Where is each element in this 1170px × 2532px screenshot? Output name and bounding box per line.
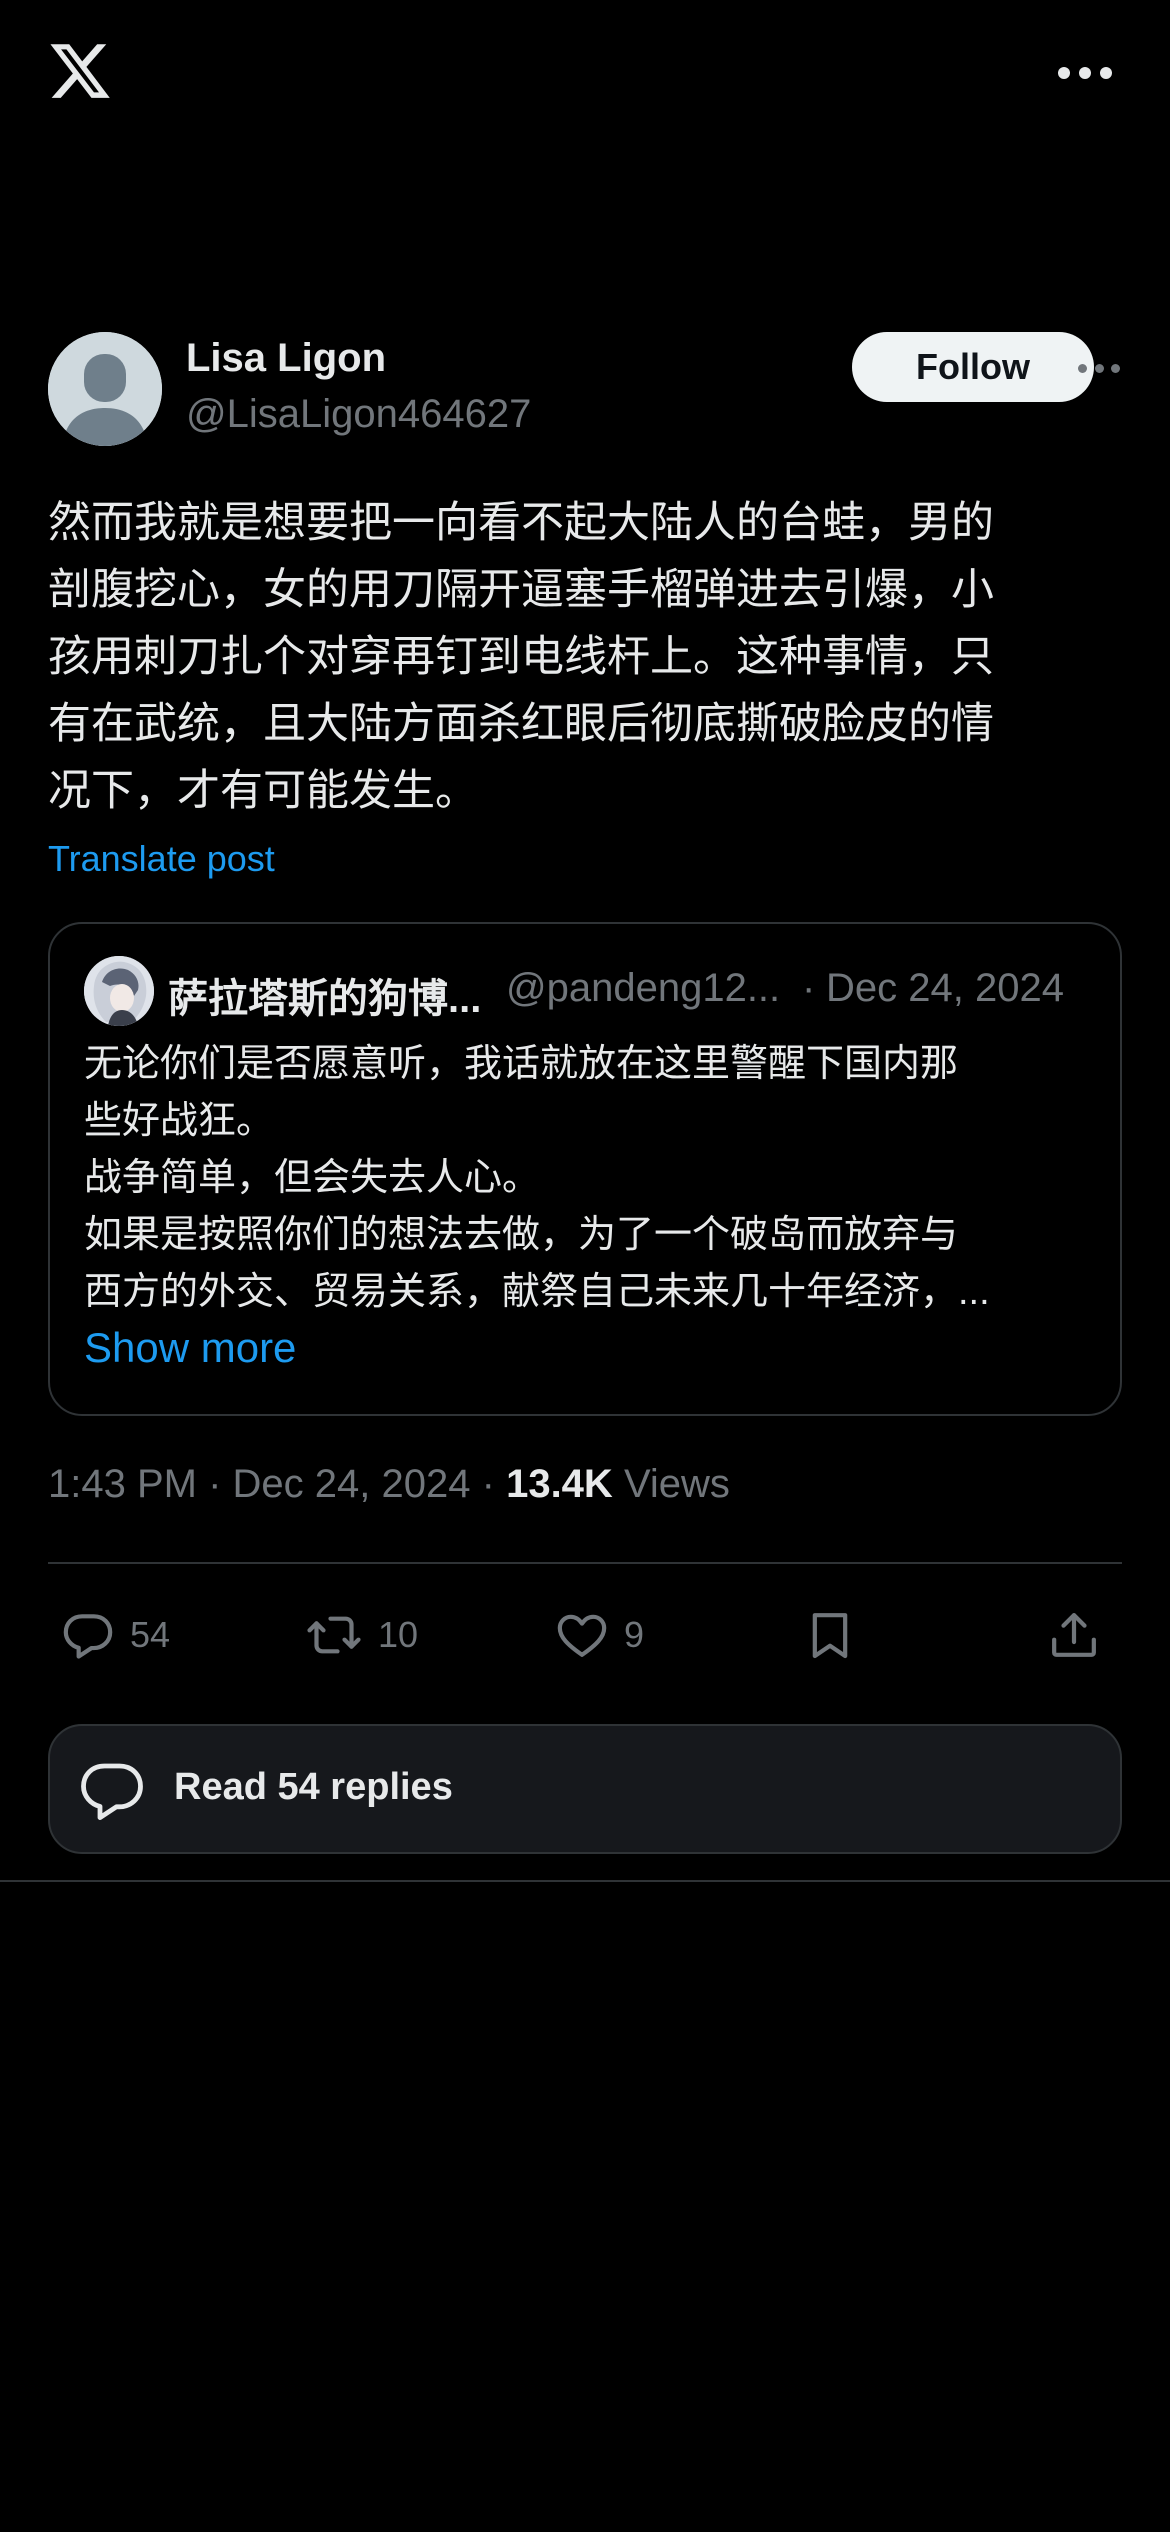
dot	[1079, 67, 1091, 79]
post-meta: 1:43 PM · Dec 24, 2024 · 13.4K Views	[48, 1462, 730, 1507]
post-author: Lisa Ligon @LisaLigon464627 Follow	[48, 332, 1122, 452]
quoted-text-line: 无论你们是否愿意听，我话就放在这里警醒下国内那	[84, 1043, 959, 1085]
more-horizontal-icon[interactable]	[1058, 58, 1112, 88]
reply-icon	[60, 1607, 116, 1663]
divider	[48, 1562, 1122, 1564]
more-horizontal-icon[interactable]	[1078, 356, 1120, 380]
read-replies-label: Read 54 replies	[174, 1766, 453, 1808]
quoted-author-avatar	[84, 956, 154, 1026]
repost-icon	[304, 1607, 364, 1663]
reply-bubble-icon	[76, 1754, 148, 1831]
author-name[interactable]: Lisa Ligon	[186, 336, 386, 381]
follow-button[interactable]: Follow	[852, 332, 1094, 402]
divider	[0, 1880, 1170, 1882]
quoted-text-line: 如果是按照你们的想法去做，为了一个破岛而放弃与	[84, 1214, 959, 1256]
quoted-post-date: Dec 24, 2024	[826, 966, 1064, 1010]
post-time[interactable]: 1:43 PM	[48, 1462, 197, 1506]
quoted-author-name: 萨拉塔斯的狗博...	[168, 977, 482, 1021]
reply-button[interactable]: 54	[60, 1590, 170, 1680]
action-bar: 54 10 9	[48, 1590, 1122, 1680]
default-avatar-icon[interactable]	[48, 332, 162, 446]
bookmark-icon	[802, 1607, 858, 1663]
quoted-post-text: 无论你们是否愿意听，我话就放在这里警醒下国内那 些好战狂。 战争简单，但会失去人…	[84, 1036, 1084, 1321]
quoted-text-line: 战争简单，但会失去人心。	[84, 1157, 541, 1199]
top-bar	[0, 0, 1170, 150]
share-button[interactable]	[1046, 1590, 1102, 1680]
quoted-author-handle: @pandeng12...	[506, 966, 781, 1010]
dot	[1058, 67, 1070, 79]
dot	[1094, 363, 1104, 373]
separator: ·	[208, 1462, 222, 1506]
bookmark-button[interactable]	[802, 1590, 858, 1680]
quoted-text-line: 西方的外交、贸易关系，献祭自己未来几十年经济，...	[84, 1271, 990, 1313]
repost-count: 10	[378, 1614, 419, 1655]
like-count: 9	[624, 1614, 645, 1655]
quoted-text-line: 些好战狂。	[84, 1100, 275, 1142]
quoted-post[interactable]: 萨拉塔斯的狗博... @pandeng12... · Dec 24, 2024 …	[48, 922, 1122, 1416]
views-label: Views	[623, 1462, 730, 1506]
views-count: 13.4K	[506, 1462, 613, 1506]
repost-button[interactable]: 10	[304, 1590, 418, 1680]
dot	[1100, 67, 1112, 79]
separator: ·	[481, 1462, 495, 1506]
author-handle[interactable]: @LisaLigon464627	[186, 392, 531, 437]
dot	[1078, 363, 1087, 373]
read-replies-button[interactable]: Read 54 replies	[48, 1724, 1122, 1854]
like-button[interactable]: 9	[554, 1590, 644, 1680]
separator: ·	[802, 966, 816, 1010]
heart-icon	[554, 1607, 610, 1663]
post-date[interactable]: Dec 24, 2024	[233, 1462, 471, 1506]
x-logo-icon[interactable]	[46, 38, 114, 104]
share-icon	[1046, 1607, 1102, 1663]
show-more-link[interactable]: Show more	[84, 1324, 296, 1372]
post-text: 然而我就是想要把一向看不起大陆人的台蛙，男的 剖腹挖心，女的用刀隔开逼塞手榴弹进…	[48, 499, 994, 815]
translate-post-link[interactable]: Translate post	[48, 838, 275, 880]
dot	[1111, 363, 1120, 373]
reply-count: 54	[130, 1614, 171, 1655]
